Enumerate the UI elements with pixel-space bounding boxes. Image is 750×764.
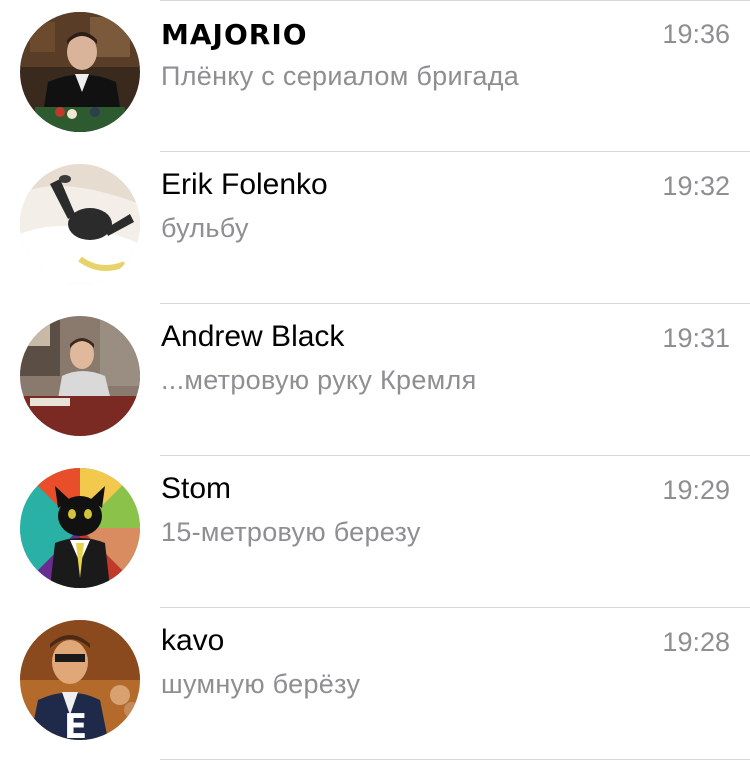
avatar[interactable] (20, 316, 140, 436)
chat-row-erik-folenko[interactable]: Erik Folenko 19:32 бульбу (0, 152, 750, 304)
chat-preview: 15-метровую березу (161, 517, 421, 547)
chat-name: kavo (161, 624, 225, 657)
row-divider (160, 759, 750, 760)
chat-row-majorio[interactable]: MAJORIO 19:36 Плёнку с сериалом бригада (0, 0, 750, 152)
chat-time: 19:36 (662, 19, 730, 49)
cat-in-blanket-avatar (20, 164, 140, 284)
chat-time: 19:31 (662, 323, 730, 353)
chat-name: MAJORIO (161, 18, 308, 51)
chat-name: Andrew Black (161, 320, 345, 353)
avatar[interactable] (20, 468, 140, 588)
chat-preview: шумную берёзу (161, 669, 361, 699)
chat-name: Erik Folenko (161, 168, 328, 201)
chat-row-andrew-black[interactable]: Andrew Black 19:31 ...метровую руку Крем… (0, 304, 750, 456)
chat-time: 19:32 (662, 171, 730, 201)
chat-preview: ...метровую руку Кремля (161, 365, 477, 395)
chat-name: Stom (161, 472, 232, 505)
chat-list: MAJORIO 19:36 Плёнку с сериалом бригада … (0, 0, 750, 760)
svg-text:E: E (64, 707, 87, 740)
man-at-table-avatar (20, 316, 140, 436)
chat-time: 19:29 (662, 475, 730, 505)
man-in-suit-avatar (20, 12, 140, 132)
avatar[interactable] (20, 12, 140, 132)
business-cat-avatar (20, 468, 140, 588)
chat-preview: Плёнку с сериалом бригада (161, 61, 520, 91)
cartoon-man-avatar: E (20, 620, 140, 740)
chat-row-stom[interactable]: Stom 19:29 15-метровую березу (0, 456, 750, 608)
chat-time: 19:28 (662, 627, 730, 657)
chat-row-kavo[interactable]: E kavo 19:28 шумную берёзу (0, 608, 750, 760)
avatar[interactable]: E (20, 620, 140, 740)
avatar[interactable] (20, 164, 140, 284)
chat-preview: бульбу (161, 213, 249, 243)
